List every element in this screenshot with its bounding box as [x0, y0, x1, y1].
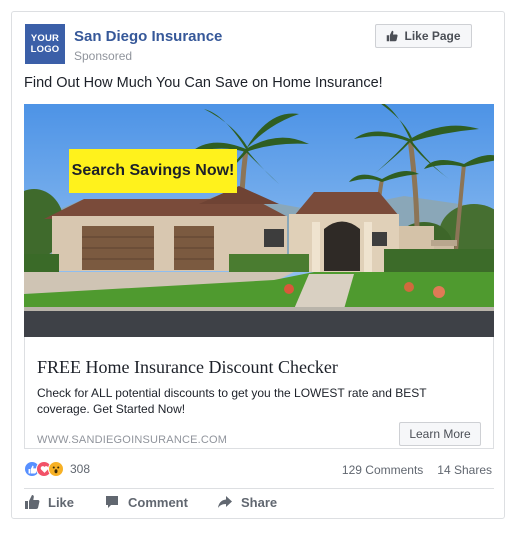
share-button[interactable]: Share — [217, 494, 317, 510]
thumbs-up-icon — [25, 495, 40, 509]
engagement-counts: 129 Comments 14 Shares — [342, 463, 492, 477]
like-page-label: Like Page — [404, 29, 461, 43]
post-text: Find Out How Much You Can Save on Home I… — [24, 75, 383, 91]
reaction-count: 308 — [70, 462, 91, 476]
comment-button[interactable]: Comment — [104, 494, 214, 510]
page-logo[interactable]: YOUR LOGO — [25, 24, 65, 64]
like-page-button[interactable]: Like Page — [375, 24, 472, 48]
logo-line-2: LOGO — [30, 44, 60, 55]
shares-count[interactable]: 14 Shares — [437, 463, 492, 477]
thumbs-up-icon — [387, 30, 399, 42]
link-domain: WWW.SANDIEGOINSURANCE.COM — [37, 434, 228, 446]
link-preview[interactable]: FREE Home Insurance Discount Checker Che… — [24, 337, 494, 449]
logo-line-1: YOUR — [30, 33, 60, 44]
comments-count[interactable]: 129 Comments — [342, 463, 423, 477]
reactions-summary[interactable]: 308 — [24, 460, 90, 478]
learn-more-button[interactable]: Learn More — [399, 422, 481, 446]
house-illustration — [24, 104, 494, 337]
page-name-link[interactable]: San Diego Insurance — [74, 28, 222, 45]
share-arrow-icon — [218, 496, 232, 508]
comment-label: Comment — [128, 494, 188, 510]
sponsored-label: Sponsored — [74, 49, 133, 63]
wow-icon — [48, 461, 64, 477]
link-description: Check for ALL potential discounts to get… — [37, 386, 427, 416]
divider — [24, 488, 494, 489]
ad-image[interactable]: Search Savings Now! — [24, 104, 494, 337]
search-savings-badge[interactable]: Search Savings Now! — [69, 149, 237, 193]
like-label: Like — [48, 494, 75, 510]
comment-icon — [106, 496, 118, 508]
share-label: Share — [241, 494, 278, 510]
link-headline[interactable]: FREE Home Insurance Discount Checker — [37, 357, 338, 378]
like-button[interactable]: Like — [24, 494, 104, 510]
ad-card: YOUR LOGO San Diego Insurance Sponsored … — [11, 11, 505, 519]
